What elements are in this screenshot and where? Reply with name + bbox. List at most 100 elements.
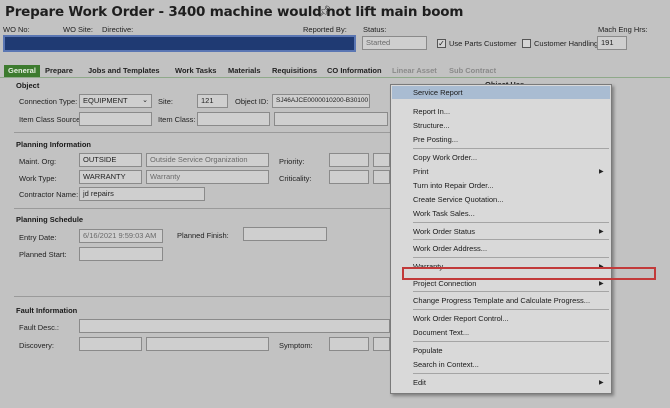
status-field: Started (362, 36, 427, 50)
divider (14, 132, 390, 133)
work-order-selected-field[interactable] (3, 35, 356, 52)
menu-item-structure[interactable]: Structure... (413, 121, 450, 130)
connection-type-select[interactable]: EQUIPMENT ⌄ (79, 94, 152, 108)
menu-separator (413, 309, 609, 310)
fault-information-heading: Fault Information (16, 306, 78, 315)
planning-information-heading: Planning Information (16, 140, 91, 149)
item-class-field[interactable] (197, 112, 270, 126)
criticality-desc-field (373, 170, 390, 184)
menu-item-copy-work-order[interactable]: Copy Work Order... (413, 153, 477, 162)
menu-item-pre-posting[interactable]: Pre Posting... (413, 135, 458, 144)
planned-finish-label: Planned Finish: (177, 231, 229, 240)
tab-work-tasks[interactable]: Work Tasks (175, 65, 216, 77)
tab-materials[interactable]: Materials (228, 65, 261, 77)
menu-separator (413, 222, 609, 223)
maint-org-field[interactable]: OUTSIDE (79, 153, 142, 167)
priority-desc-field (373, 153, 390, 167)
priority-field[interactable] (329, 153, 369, 167)
menu-item-work-order-report-control[interactable]: Work Order Report Control... (413, 314, 509, 323)
menu-item-document-text[interactable]: Document Text... (413, 328, 469, 337)
connection-type-label: Connection Type: (19, 97, 78, 106)
criticality-label: Criticality: (279, 174, 312, 183)
site-field[interactable]: 121 (197, 94, 228, 108)
customer-handling-checkbox[interactable] (522, 39, 531, 48)
item-class-source-field[interactable] (79, 112, 152, 126)
tab-general[interactable]: General (4, 65, 40, 77)
mach-eng-hrs-label: Mach Eng Hrs: (598, 25, 648, 34)
planned-finish-field[interactable] (243, 227, 327, 241)
submenu-arrow-icon: ▶ (599, 380, 604, 386)
mach-eng-hrs-field[interactable]: 191 (597, 36, 627, 50)
menu-item-service-report[interactable]: Service Report (392, 86, 610, 99)
discovery-desc-field (146, 337, 269, 351)
discovery-label: Discovery: (19, 341, 55, 350)
maint-org-description: Outside Service Organization (146, 153, 269, 167)
symptom-field[interactable] (329, 337, 369, 351)
tab-prepare[interactable]: Prepare (45, 65, 73, 77)
symptom-label: Symptom: (279, 341, 313, 350)
work-type-label: Work Type: (19, 174, 57, 183)
tab-linear-asset: Linear Asset (392, 66, 437, 75)
menu-separator (413, 341, 609, 342)
contractor-name-field[interactable]: jd repairs (79, 187, 205, 201)
criticality-field[interactable] (329, 170, 369, 184)
use-parts-customer-label: Use Parts Customer (449, 39, 517, 48)
menu-item-work-order-address[interactable]: Work Order Address... (413, 244, 487, 253)
annotation-highlight-box (402, 267, 656, 280)
object-heading: Object (16, 81, 40, 90)
menu-item-turn-into-repair-order[interactable]: Turn into Repair Order... (413, 181, 494, 190)
priority-label: Priority: (279, 157, 305, 166)
contractor-name-label: Contractor Name: (19, 190, 79, 199)
menu-item-work-order-status[interactable]: Work Order Status (413, 227, 475, 236)
submenu-arrow-icon: ▶ (599, 169, 604, 175)
fault-desc-field[interactable] (79, 319, 390, 333)
menu-separator (413, 291, 609, 292)
customer-handling-label: Customer Handling (534, 39, 599, 48)
work-type-field[interactable]: WARRANTY (79, 170, 142, 184)
menu-item-populate[interactable]: Populate (413, 346, 443, 355)
context-menu: Service Report Report In... Structure...… (390, 84, 612, 394)
discovery-field[interactable] (79, 337, 142, 351)
menu-item-report-in[interactable]: Report In... (413, 107, 450, 116)
menu-item-search-in-context[interactable]: Search in Context... (413, 360, 479, 369)
page-title: Prepare Work Order - 3400 machine would … (5, 4, 464, 20)
menu-separator (413, 148, 609, 149)
wo-no-label: WO No: (3, 25, 30, 34)
tab-requisitions[interactable]: Requisitions (272, 65, 317, 77)
item-class-desc-field (274, 112, 388, 126)
submenu-arrow-icon: ▶ (599, 229, 604, 235)
item-class-label: Item Class: (158, 115, 196, 124)
planned-start-field[interactable] (79, 247, 163, 261)
item-class-source-label: Item Class Source: (19, 115, 83, 124)
wo-site-label: WO Site: (63, 25, 94, 34)
work-type-description: Warranty (146, 170, 269, 184)
object-id-field[interactable]: SJ46AJCE0000010200-B30100 (272, 94, 370, 108)
menu-item-change-progress-template[interactable]: Change Progress Template and Calculate P… (413, 296, 590, 305)
menu-item-work-task-sales[interactable]: Work Task Sales... (413, 209, 475, 218)
menu-separator (413, 373, 609, 374)
divider (14, 296, 390, 297)
menu-item-edit[interactable]: Edit (413, 378, 426, 387)
connection-type-value: EQUIPMENT (83, 96, 128, 105)
planning-schedule-heading: Planning Schedule (16, 215, 84, 224)
chevron-down-icon: ⌄ (142, 97, 148, 104)
divider (14, 208, 390, 209)
use-parts-customer-checkbox[interactable]: ✓ (437, 39, 446, 48)
fault-desc-label: Fault Desc.: (19, 323, 60, 332)
symptom-desc-field (373, 337, 390, 351)
submenu-arrow-icon: ▶ (599, 281, 604, 287)
entry-date-field: 6/16/2021 9:59:03 AM (79, 229, 163, 243)
planned-start-label: Planned Start: (19, 250, 67, 259)
site-label: Site: (158, 97, 174, 106)
menu-item-project-connection[interactable]: Project Connection (413, 279, 476, 288)
menu-item-create-service-quotation[interactable]: Create Service Quotation... (413, 195, 503, 204)
menu-item-print[interactable]: Print (413, 167, 428, 176)
tab-jobs-and-templates[interactable]: Jobs and Templates (88, 65, 160, 77)
pin-icon[interactable]: 📌︎ (318, 5, 332, 18)
directive-label: Directive: (102, 25, 134, 34)
object-id-label: Object ID: (235, 97, 269, 106)
menu-separator (413, 239, 609, 240)
maint-org-label: Maint. Org: (19, 157, 57, 166)
tab-co-information[interactable]: CO Information (327, 65, 382, 77)
reported-by-label: Reported By: (303, 25, 347, 34)
